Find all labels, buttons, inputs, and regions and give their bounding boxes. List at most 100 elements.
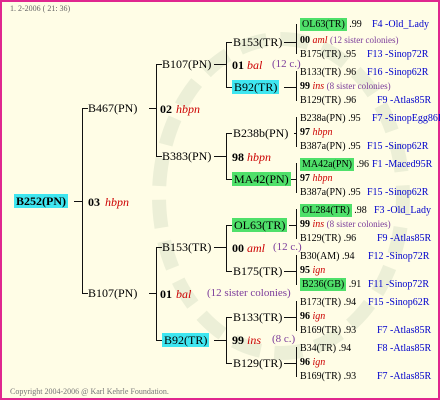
gen4-node[interactable]: B236(GB) [300, 278, 347, 291]
gen4-breeder: hbpn [312, 127, 333, 138]
gen4-code[interactable]: F4 -Old_Lady [372, 20, 429, 30]
gen4-breeder: ign [312, 311, 326, 322]
gen4-year: 96 [300, 311, 310, 322]
gen2-node[interactable]: B153(TR) [162, 241, 211, 253]
gen4-code[interactable]: F9 -Atlas85R [377, 96, 431, 106]
gen2-note: (12 c.) [273, 241, 302, 253]
gen4-code[interactable]: F3 -Old_Lady [374, 206, 431, 216]
gen4-val: .98 [354, 205, 367, 216]
gen2-note: (8 c.) [272, 333, 296, 345]
connector [284, 317, 297, 318]
gen2-year: 99 [232, 333, 244, 347]
gen4-node[interactable]: B30(AM) [300, 251, 339, 262]
connector [156, 64, 157, 156]
gen4-breeder: ins [312, 81, 325, 92]
gen4-note: (8 sister colonies) [326, 81, 391, 91]
gen4-code[interactable]: F7 -Atlas85R [377, 326, 431, 336]
gen4-breeder: ign [312, 265, 326, 276]
gen4-node[interactable]: MA42a(PN) [300, 158, 354, 171]
connector [291, 179, 297, 180]
gen4-val: .96 [343, 95, 357, 106]
gen4-year: 99 [300, 81, 310, 92]
gen4-val: .94 [338, 343, 352, 354]
connector [296, 255, 297, 285]
connector [214, 247, 227, 248]
gen4-breeder: hbpn [312, 173, 333, 184]
gen4-breeder: ins [312, 219, 325, 230]
gen4-node[interactable]: B169(TR) [300, 325, 341, 336]
gen2-node[interactable]: B383(PN) [162, 150, 211, 162]
connector [296, 301, 297, 331]
gen4-node[interactable]: OL63(TR) [300, 18, 347, 31]
gen4-node[interactable]: B387a(PN) [300, 187, 346, 198]
root-node[interactable]: B252(PN) [14, 194, 68, 208]
gen4-node[interactable]: B387a(PN) [300, 141, 346, 152]
gen2-node[interactable]: B92(TR) [162, 333, 210, 347]
gen1-year: 01 [160, 287, 172, 301]
gen1-node[interactable]: B467(PN) [88, 102, 137, 114]
gen4-node[interactable]: B129(TR) [300, 95, 341, 106]
gen2-breeder: bal [247, 58, 263, 72]
gen3-node[interactable]: B153(TR) [233, 36, 282, 48]
gen4-val: .91 [348, 279, 362, 290]
gen3-node[interactable]: B175(TR) [233, 265, 282, 277]
gen4-node[interactable]: OL284(TR) [300, 204, 352, 217]
gen4-code[interactable]: F13 -Sinop72R [367, 50, 428, 60]
gen1-node[interactable]: B107(PN) [88, 287, 137, 299]
gen4-code[interactable]: F15 -Sinop62R [368, 298, 429, 308]
pedigree-frame: 1. 2-2006 ( 21: 36) B252(PN) 03 hbpn B46… [0, 0, 440, 400]
gen3-node[interactable]: B92(TR) [232, 80, 280, 94]
gen4-code[interactable]: F1 -Maced95R [372, 160, 432, 170]
connector [294, 133, 297, 134]
gen4-code[interactable]: F15 -Sinop62R [367, 188, 428, 198]
connector [289, 225, 297, 226]
gen4-code[interactable]: F9 -Atlas85R [377, 234, 431, 244]
gen4-note: (8 sister colonies) [326, 219, 391, 229]
connector [226, 133, 232, 134]
gen3-node[interactable]: B238b(PN) [233, 127, 288, 139]
gen4-node[interactable]: B169(TR) [300, 371, 341, 382]
copyright-footer: Copyright 2004-2006 @ Karl Kehrle Founda… [10, 387, 169, 396]
gen4-code[interactable]: F7 -SinopEgg86R [372, 114, 440, 124]
header-date: 1. 2-2006 ( 21: 36) [10, 4, 71, 13]
gen4-val: .95 [348, 187, 361, 198]
connector [296, 117, 297, 147]
gen4-node[interactable]: B173(TR) [300, 297, 341, 308]
gen4-val: .95 [348, 113, 361, 124]
root-breeder: hbpn [105, 195, 129, 209]
gen4-node[interactable]: B129(TR) [300, 233, 341, 244]
connector [284, 42, 297, 43]
connector [214, 156, 227, 157]
gen4-code[interactable]: F7 -Atlas85R [377, 372, 431, 382]
gen2-breeder: hbpn [247, 150, 271, 164]
gen3-node[interactable]: MA42(PN) [232, 172, 291, 186]
gen4-val: .96 [343, 233, 357, 244]
connector [296, 163, 297, 193]
gen4-code[interactable]: F8 -Atlas85R [377, 344, 431, 354]
connector [296, 347, 297, 377]
gen4-node[interactable]: B175(TR) [300, 49, 341, 60]
gen4-code[interactable]: F15 -Sinop62R [367, 142, 428, 152]
gen2-breeder: ins [247, 333, 262, 347]
gen4-note: (12 sister colonies) [330, 35, 399, 45]
connector [296, 24, 297, 54]
gen2-node[interactable]: B107(PN) [162, 58, 211, 70]
connector [74, 201, 83, 202]
gen4-node[interactable]: B34(TR) [300, 343, 336, 354]
gen4-year: 99 [300, 219, 310, 230]
gen2-breeder: aml [247, 241, 265, 255]
connector [226, 42, 232, 43]
connector [226, 271, 232, 272]
gen3-node[interactable]: B129(TR) [233, 357, 282, 369]
gen4-node[interactable]: B133(TR) [300, 67, 341, 78]
gen3-node[interactable]: B133(TR) [233, 311, 282, 323]
connector [214, 64, 227, 65]
gen4-code[interactable]: F16 -Sinop62R [367, 68, 428, 78]
gen4-val: .94 [341, 251, 355, 262]
gen2-year: 98 [232, 150, 244, 164]
gen4-code[interactable]: F12 -Sinop72R [368, 252, 429, 262]
gen3-node[interactable]: OL63(TR) [232, 218, 288, 232]
gen4-node[interactable]: B238a(PN) [300, 113, 346, 124]
gen4-code[interactable]: F11 -Sinop72R [368, 280, 429, 290]
connector [284, 363, 297, 364]
